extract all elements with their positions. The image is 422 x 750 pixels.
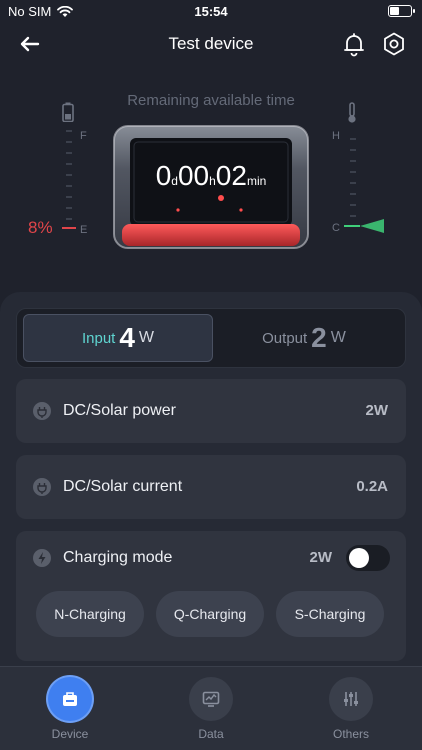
gauge-tick — [350, 171, 356, 173]
gauge-tick — [66, 130, 72, 132]
charging-mode-card: Charging mode 2W N-Charging Q-Charging S… — [16, 531, 406, 661]
header: Test device — [0, 28, 422, 60]
q-charging-button[interactable]: Q-Charging — [156, 591, 264, 637]
minutes-value: 02 — [215, 160, 247, 191]
battery-icon — [62, 102, 74, 122]
gauge-tick — [66, 218, 72, 220]
lightning-icon — [33, 549, 51, 567]
gauge-tick — [66, 174, 72, 176]
n-charging-button[interactable]: N-Charging — [36, 591, 144, 637]
settings-button[interactable] — [380, 30, 408, 58]
nav-item-others[interactable]: Others — [301, 677, 401, 747]
gauge-tick — [66, 207, 72, 209]
output-unit: W — [330, 329, 346, 346]
charging-mode-label: Charging mode — [63, 549, 173, 566]
nav-data-icon-wrap — [189, 677, 233, 721]
gauge-tick — [350, 160, 356, 162]
nav-item-data[interactable]: Data — [161, 677, 261, 747]
dc-solar-power-row: DC/Solar power 2W — [16, 379, 406, 443]
thermometer-icon — [348, 102, 356, 123]
gauge-full-label: F — [80, 130, 87, 142]
plug-icon — [33, 402, 51, 420]
gauge-tick — [350, 215, 356, 217]
minutes-unit: min — [246, 174, 267, 188]
row-value: 2W — [365, 402, 389, 419]
input-tab[interactable]: Input 4 W — [23, 314, 213, 362]
nav-device-icon-wrap — [48, 677, 92, 721]
gauge-tick — [66, 163, 72, 165]
row-value: 0.2A — [356, 478, 388, 495]
nav-others-icon-wrap — [329, 677, 373, 721]
gauge-tick — [350, 149, 356, 151]
gauge-tick — [350, 193, 356, 195]
sliders-icon — [344, 692, 358, 706]
battery-level-marker — [62, 227, 76, 229]
remaining-time-display: 0d00h02min — [108, 160, 314, 192]
temperature-marker — [344, 219, 384, 233]
battery-gauge: F E — [58, 100, 98, 240]
gauge-tick — [350, 138, 356, 140]
nav-item-device[interactable]: Device — [20, 677, 120, 747]
output-tab[interactable]: Output 2 W — [209, 314, 399, 362]
chart-monitor-icon — [202, 691, 220, 707]
gauge-empty-label: E — [80, 224, 88, 236]
gauge-hot-label: H — [332, 130, 340, 142]
hours-value: 00 — [177, 160, 210, 191]
toggle-knob — [349, 548, 369, 568]
charging-mode-value: 2W — [309, 549, 333, 566]
output-value: 2 — [311, 322, 327, 353]
gauge-tick — [350, 182, 356, 184]
plug-icon — [33, 478, 51, 496]
temperature-gauge: H C — [326, 100, 386, 240]
dc-solar-current-row: DC/Solar current 0.2A — [16, 455, 406, 519]
input-unit: W — [138, 329, 155, 346]
nav-label: Others — [332, 727, 369, 741]
input-output-switch: Input 4 W Output 2 W — [16, 308, 406, 368]
nav-label: Data — [198, 727, 224, 741]
gauge-tick — [350, 204, 356, 206]
gauge-tick — [66, 196, 72, 198]
output-label: Output — [262, 329, 308, 347]
device-icon — [63, 692, 77, 706]
row-label: DC/Solar current — [63, 478, 183, 495]
status-bar: No SIM 15:54 — [0, 0, 422, 24]
input-label: Input — [81, 329, 116, 347]
bottom-nav: Device Data Others — [0, 666, 422, 750]
input-value: 4 — [119, 322, 135, 353]
hours-unit: h — [209, 174, 216, 188]
days-unit: d — [171, 174, 178, 188]
gear-icon — [384, 32, 404, 56]
nav-label: Device — [51, 727, 89, 741]
notifications-button[interactable] — [340, 30, 368, 58]
gauge-cold-label: C — [332, 222, 340, 234]
s-charging-button[interactable]: S-Charging — [276, 591, 384, 637]
status-time: 15:54 — [194, 4, 228, 19]
days-value: 0 — [155, 160, 172, 191]
gauge-tick — [66, 141, 72, 143]
row-label: DC/Solar power — [63, 402, 176, 419]
gauge-tick — [66, 185, 72, 187]
charging-mode-toggle[interactable] — [346, 545, 390, 571]
gauge-tick — [66, 152, 72, 154]
battery-percent: 8% — [28, 218, 53, 237]
bell-icon — [344, 33, 364, 57]
status-battery-icon — [388, 5, 415, 17]
